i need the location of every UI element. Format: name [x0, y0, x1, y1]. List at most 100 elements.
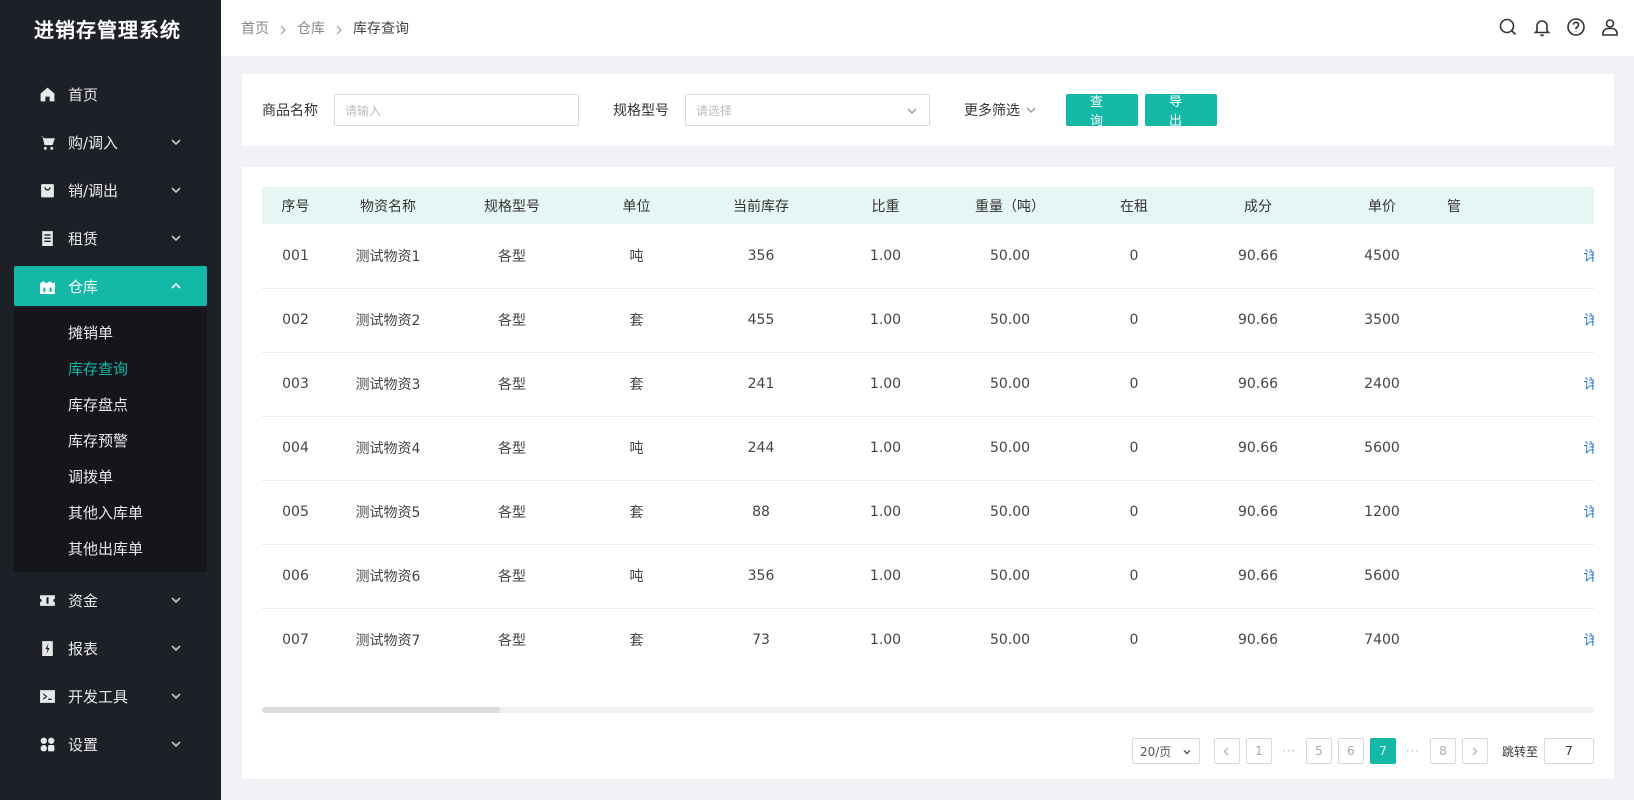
more-filters-label: 更多筛选 — [964, 103, 1020, 119]
row-actions: 详情删除 — [1544, 416, 1594, 480]
sidebar-item-dev-tools[interactable]: 开发工具 — [14, 676, 207, 716]
warehouse-submenu: 摊销单 库存查询 库存盘点 库存预警 调拨单 其他入库单 其他出库单 — [14, 308, 207, 572]
table-cell: 241 — [747, 376, 775, 392]
row-actions-group: 详情删除 — [1544, 310, 1595, 330]
column-header: 比重 — [871, 198, 900, 215]
sidebar-item-label: 租赁 — [68, 229, 99, 248]
detail-link[interactable]: 详情 — [1584, 374, 1595, 394]
sidebar-item-lease[interactable]: 租赁 — [14, 218, 207, 258]
next-page-button[interactable] — [1461, 738, 1488, 764]
detail-link[interactable]: 详情 — [1584, 630, 1595, 650]
table-cell: 007 — [282, 632, 309, 648]
sidebar-item-purchase[interactable]: 购/调入 — [14, 122, 207, 162]
table-cell: 50.00 — [989, 440, 1031, 456]
table-cell: 004 — [282, 440, 309, 456]
scrollbar-thumb[interactable] — [262, 707, 500, 713]
bag-icon — [38, 181, 56, 199]
sidebar-item-settings[interactable]: 设置 — [14, 724, 207, 764]
chevron-down-icon — [169, 641, 183, 655]
submenu-item-amortization[interactable]: 摊销单 — [14, 314, 207, 350]
table-cell: 90.66 — [1237, 440, 1279, 456]
table-cell: 003 — [282, 376, 309, 392]
sidebar-item-label: 销/调出 — [68, 181, 119, 200]
document-icon — [38, 229, 56, 247]
page-button[interactable]: 1 — [1245, 738, 1272, 764]
pagination-ellipsis[interactable]: ··· — [1278, 744, 1300, 758]
horizontal-scrollbar[interactable] — [262, 707, 1594, 713]
table-cell: 455 — [747, 312, 775, 328]
page-button[interactable]: 8 — [1429, 738, 1456, 764]
table-cell: 73 — [752, 632, 770, 648]
page-button-current[interactable]: 7 — [1369, 738, 1396, 764]
submenu-item-stock-alert[interactable]: 库存预警 — [14, 422, 207, 458]
submenu-item-inventory-query[interactable]: 库存查询 — [14, 350, 207, 386]
table-cell: 2400 — [1364, 376, 1400, 392]
sidebar-item-funds[interactable]: 资金 — [14, 580, 207, 620]
submenu-item-transfer[interactable]: 调拨单 — [14, 458, 207, 494]
sidebar-item-home[interactable]: 首页 — [14, 74, 207, 114]
sidebar-item-warehouse[interactable]: 仓库 — [14, 266, 207, 306]
export-button[interactable]: 导出 — [1145, 94, 1217, 129]
spec-select[interactable]: 请选择 — [685, 94, 930, 126]
submenu-item-stocktake[interactable]: 库存盘点 — [14, 386, 207, 422]
column-header: 在租 — [1120, 198, 1148, 215]
product-name-input[interactable]: 请输入 — [334, 94, 579, 126]
table-row: 003 测试物资3 各型 套 241 1.00 50.00 0 90.66 2400 详情删除 — [262, 352, 1594, 416]
breadcrumb-warehouse[interactable]: 仓库 — [297, 18, 325, 38]
page-size-select[interactable]: 20/页 — [1131, 738, 1200, 764]
column-header: 单位 — [622, 198, 651, 215]
column-header: 成分 — [1244, 198, 1272, 215]
product-name-label: 商品名称 — [262, 103, 318, 119]
table-cell: 1200 — [1364, 504, 1400, 520]
inventory-table: 序号 物资名称 规格型号 单位 当前库存 比重 重量（吨） 在租 成分 单价 管… — [262, 187, 1594, 672]
detail-link[interactable]: 详情 — [1584, 310, 1595, 330]
sidebar-item-label: 仓库 — [68, 277, 99, 296]
bell-icon[interactable] — [1532, 17, 1552, 37]
table-cell: 测试物资3 — [355, 377, 421, 393]
table-cell: 测试物资6 — [355, 569, 421, 585]
sidebar: 进销存管理系统 首页 购/调入 销/调出 租赁 仓库 摊销单 库存查询 库存盘点… — [0, 0, 221, 800]
user-icon[interactable] — [1600, 17, 1620, 37]
search-icon[interactable] — [1498, 17, 1518, 37]
detail-link[interactable]: 详情 — [1584, 246, 1595, 266]
submenu-item-other-inbound[interactable]: 其他入库单 — [14, 494, 207, 530]
chevron-down-icon — [905, 104, 919, 118]
page-button[interactable]: 6 — [1337, 738, 1364, 764]
table-cell: 各型 — [498, 505, 526, 521]
chevron-up-icon — [169, 279, 183, 293]
pagination-ellipsis[interactable]: ··· — [1402, 744, 1424, 758]
table-cell: 各型 — [498, 441, 526, 457]
jump-to-page-input[interactable]: 7 — [1544, 738, 1594, 764]
query-button[interactable]: 查询 — [1066, 94, 1138, 129]
detail-link[interactable]: 详情 — [1584, 502, 1595, 522]
table-cell: 1.00 — [869, 312, 902, 328]
table-cell: 套 — [629, 377, 644, 393]
detail-link[interactable]: 详情 — [1584, 566, 1595, 586]
page-size-value: 20/页 — [1139, 744, 1172, 759]
spec-label: 规格型号 — [613, 103, 669, 119]
table-cell: 356 — [747, 568, 775, 584]
breadcrumb-home[interactable]: 首页 — [241, 18, 269, 38]
submenu-item-other-outbound[interactable]: 其他出库单 — [14, 530, 207, 566]
page-button[interactable]: 5 — [1305, 738, 1332, 764]
jump-to-label: 跳转至 — [1501, 744, 1538, 759]
table-row: 007 测试物资7 各型 套 73 1.00 50.00 0 90.66 7400 详情删除 — [262, 608, 1594, 672]
chevron-right-icon — [335, 23, 343, 35]
table-cell: 各型 — [498, 377, 526, 393]
row-actions-group: 详情删除 — [1544, 566, 1595, 586]
filter-panel: 商品名称 请输入 规格型号 请选择 更多筛选 查询 导出 — [242, 74, 1614, 146]
pagination: 20/页 1 ··· 5 6 7 ··· 8 跳转至 7 — [1131, 738, 1594, 764]
table-cell: 0 — [1129, 440, 1139, 456]
help-icon[interactable] — [1566, 17, 1586, 37]
table-cell: 50.00 — [989, 247, 1031, 264]
table-cell: 88 — [752, 504, 770, 520]
sidebar-item-sales[interactable]: 销/调出 — [14, 170, 207, 210]
truncated-column-header: 管 — [1447, 198, 1461, 215]
more-filters-toggle[interactable]: 更多筛选 — [964, 100, 1038, 120]
chevron-right-icon — [1472, 746, 1479, 756]
prev-page-button[interactable] — [1213, 738, 1240, 764]
detail-link[interactable]: 详情 — [1584, 438, 1595, 458]
sidebar-item-reports[interactable]: 报表 — [14, 628, 207, 668]
table-cell: 测试物资1 — [355, 248, 421, 265]
report-icon — [38, 639, 56, 657]
